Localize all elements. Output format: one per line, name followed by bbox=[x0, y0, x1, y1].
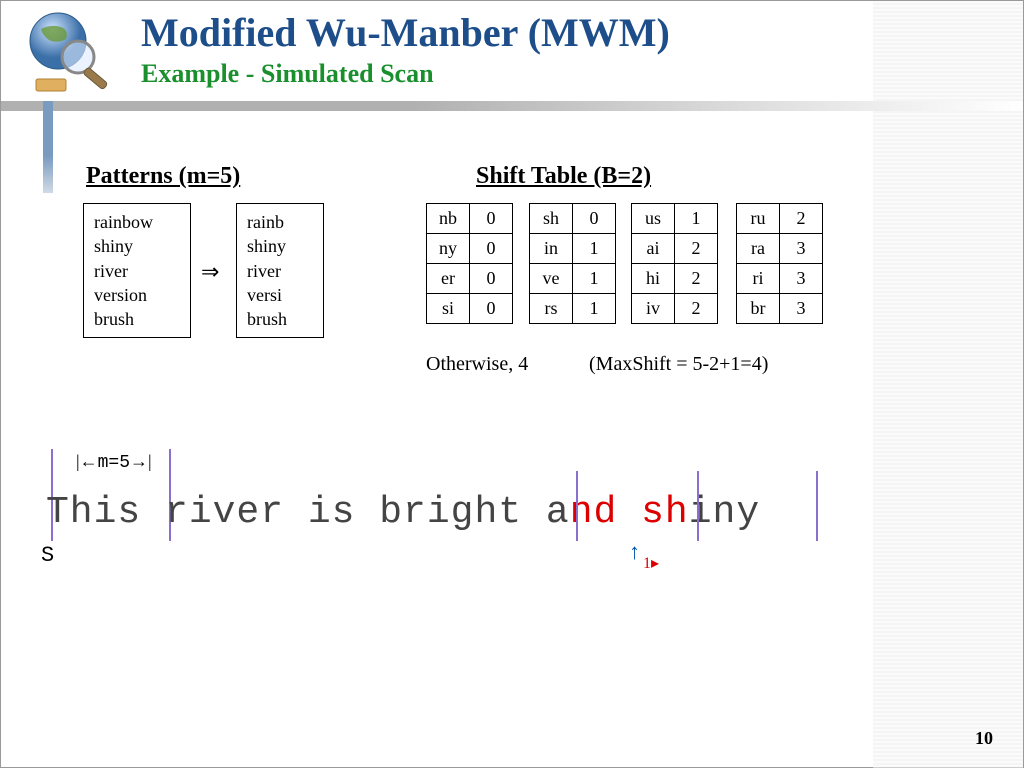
pattern-item: versi bbox=[247, 283, 313, 307]
patterns-truncated-box: rainb shiny river versi brush bbox=[236, 203, 324, 338]
globe-search-icon bbox=[16, 9, 116, 99]
cursor-bar-mid bbox=[697, 471, 699, 541]
shift-table-heading: Shift Table (B=2) bbox=[476, 163, 651, 190]
caption-otherwise: Otherwise, 4 bbox=[426, 353, 528, 376]
shift-table-col-2: sh0 in1 ve1 rs1 bbox=[529, 203, 616, 324]
scan-suffix: iny bbox=[689, 491, 760, 534]
page-subtitle: Example - Simulated Scan bbox=[141, 59, 434, 89]
table-row: in1 bbox=[530, 234, 616, 264]
table-row: ve1 bbox=[530, 264, 616, 294]
cursor-bar-left bbox=[576, 471, 578, 541]
slide: Modified Wu-Manber (MWM) Example - Simul… bbox=[0, 0, 1024, 768]
shift-table-col-1: nb0 ny0 er0 si0 bbox=[426, 203, 513, 324]
decorative-binary-background bbox=[873, 1, 1023, 768]
table-row: br3 bbox=[737, 294, 823, 324]
pattern-item: brush bbox=[94, 307, 180, 331]
table-row: rs1 bbox=[530, 294, 616, 324]
table-row: ra3 bbox=[737, 234, 823, 264]
scan-prefix: This river is bright a bbox=[46, 491, 570, 534]
horizontal-rule bbox=[1, 101, 1023, 111]
table-row: us1 bbox=[632, 204, 718, 234]
table-row: ai2 bbox=[632, 234, 718, 264]
shift-table-col-3: us1 ai2 hi2 iv2 bbox=[631, 203, 718, 324]
table-row: iv2 bbox=[632, 294, 718, 324]
patterns-heading: Patterns (m=5) bbox=[86, 163, 240, 190]
scan-highlight: nd sh bbox=[570, 491, 689, 534]
vertical-accent bbox=[43, 101, 53, 193]
caption-maxshift: (MaxShift = 5-2+1=4) bbox=[589, 353, 768, 376]
pattern-item: river bbox=[94, 259, 180, 283]
pattern-item: shiny bbox=[247, 234, 313, 258]
window-width-label: |←m=5→| bbox=[76, 451, 152, 473]
cursor-bar-right bbox=[816, 471, 818, 541]
page-title: Modified Wu-Manber (MWM) bbox=[141, 9, 670, 56]
table-row: ri3 bbox=[737, 264, 823, 294]
table-row: sh0 bbox=[530, 204, 616, 234]
patterns-full-box: rainbow shiny river version brush bbox=[83, 203, 191, 338]
pattern-item: brush bbox=[247, 307, 313, 331]
pattern-item: rainb bbox=[247, 210, 313, 234]
table-row: nb0 bbox=[427, 204, 513, 234]
arrow-right-icon: ⇒ bbox=[201, 259, 219, 285]
table-row: ru2 bbox=[737, 204, 823, 234]
pattern-item: rainbow bbox=[94, 210, 180, 234]
pattern-item: shiny bbox=[94, 234, 180, 258]
pattern-item: river bbox=[247, 259, 313, 283]
pattern-item: version bbox=[94, 283, 180, 307]
table-row: ny0 bbox=[427, 234, 513, 264]
table-row: hi2 bbox=[632, 264, 718, 294]
shift-value-label: 1▸ bbox=[643, 553, 659, 573]
shift-table-col-4: ru2 ra3 ri3 br3 bbox=[736, 203, 823, 324]
s-marker: S bbox=[41, 543, 54, 568]
arrow-up-icon: ↑ bbox=[629, 539, 640, 565]
page-number: 10 bbox=[975, 728, 993, 749]
table-row: er0 bbox=[427, 264, 513, 294]
table-row: si0 bbox=[427, 294, 513, 324]
scan-text: This river is bright and shiny bbox=[46, 491, 760, 534]
